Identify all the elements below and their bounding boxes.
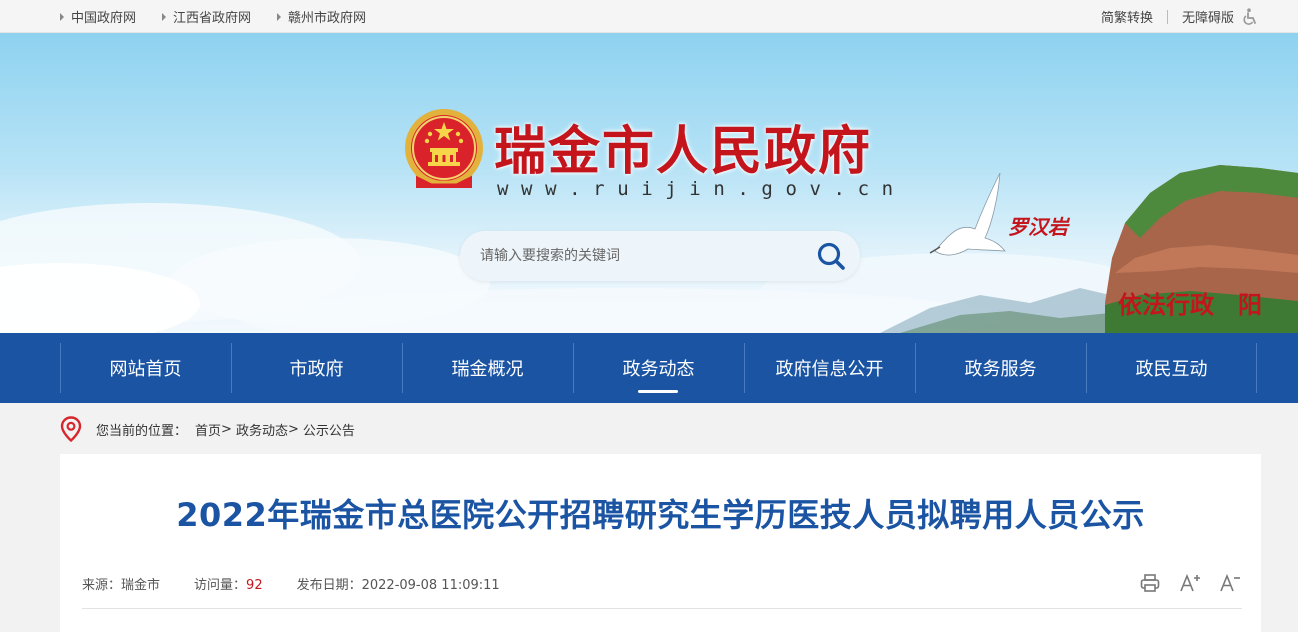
banner-slogan: 依法行政 阳	[1118, 290, 1262, 319]
top-link-ganzhou[interactable]: 赣州市政府网	[277, 7, 366, 26]
breadcrumb-notices[interactable]: 公示公告	[303, 420, 355, 439]
active-indicator	[638, 390, 678, 393]
font-increase-icon[interactable]	[1179, 572, 1201, 594]
breadcrumb-label: 您当前的位置：	[96, 423, 188, 439]
search-icon[interactable]	[816, 241, 846, 271]
article-panel: 2022年瑞金市总医院公开招聘研究生学历医技人员拟聘用人员公示 来源：瑞金市 访…	[60, 454, 1261, 632]
accessibility-link[interactable]: 无障碍版	[1182, 7, 1234, 26]
nav-item-home[interactable]: 网站首页	[60, 333, 231, 403]
triangle-bullet-icon	[162, 12, 167, 21]
header-banner: 瑞金市人民政府 www.ruijin.gov.cn 罗汉岩 依法行政 阳	[0, 33, 1298, 333]
article-hits: 访问量：92	[194, 578, 263, 593]
breadcrumb-sep: >	[287, 421, 299, 437]
wheelchair-icon[interactable]	[1242, 7, 1258, 26]
top-bar: 中国政府网 江西省政府网 赣州市政府网 简繁转换 无障碍版	[0, 0, 1298, 33]
article-date: 发布日期：2022-09-08 11:09:11	[296, 578, 500, 593]
search-input[interactable]	[480, 231, 800, 281]
print-icon[interactable]	[1139, 572, 1161, 594]
nav-item-government[interactable]: 市政府	[231, 333, 402, 403]
top-right-tools: 简繁转换 无障碍版	[1101, 0, 1258, 33]
location-pin-icon	[60, 416, 82, 442]
nav-item-overview[interactable]: 瑞金概况	[402, 333, 573, 403]
triangle-bullet-icon	[277, 12, 282, 21]
breadcrumb-news[interactable]: 政务动态	[236, 420, 288, 439]
article-source: 来源：瑞金市	[82, 578, 161, 593]
article-meta: 来源：瑞金市 访问量：92 发布日期：2022-09-08 11:09:11	[82, 574, 534, 593]
breadcrumb: 您当前的位置： 首页 > 政务动态 > 公示公告	[60, 412, 355, 446]
site-url: www.ruijin.gov.cn	[497, 178, 906, 200]
lang-toggle-link[interactable]: 简繁转换	[1101, 7, 1153, 26]
site-title: 瑞金市人民政府	[494, 122, 873, 182]
national-emblem-logo	[405, 109, 483, 188]
breadcrumb-home[interactable]: 首页	[195, 420, 221, 439]
font-decrease-icon[interactable]	[1219, 572, 1241, 594]
meta-divider	[82, 608, 1242, 609]
top-links: 中国政府网 江西省政府网 赣州市政府网	[60, 0, 392, 33]
article-title: 2022年瑞金市总医院公开招聘研究生学历医技人员拟聘用人员公示	[176, 496, 1145, 534]
search-box	[460, 231, 860, 281]
breadcrumb-sep: >	[221, 421, 232, 437]
scenic-name: 罗汉岩	[1008, 215, 1068, 239]
divider	[1166, 9, 1168, 24]
top-link-gov-cn[interactable]: 中国政府网	[60, 7, 136, 26]
article-tools	[1121, 572, 1241, 594]
main-nav: 网站首页 市政府 瑞金概况 政务动态 政府信息公开 政务服务 政民互动	[0, 333, 1298, 403]
nav-item-news[interactable]: 政务动态	[573, 333, 744, 403]
nav-item-info-disclosure[interactable]: 政府信息公开	[744, 333, 915, 403]
triangle-bullet-icon	[60, 12, 64, 21]
nav-item-interaction[interactable]: 政民互动	[1086, 333, 1257, 403]
main-nav-list: 网站首页 市政府 瑞金概况 政务动态 政府信息公开 政务服务 政民互动	[60, 333, 1257, 403]
top-link-jiangxi[interactable]: 江西省政府网	[162, 7, 251, 26]
nav-item-services[interactable]: 政务服务	[915, 333, 1086, 403]
